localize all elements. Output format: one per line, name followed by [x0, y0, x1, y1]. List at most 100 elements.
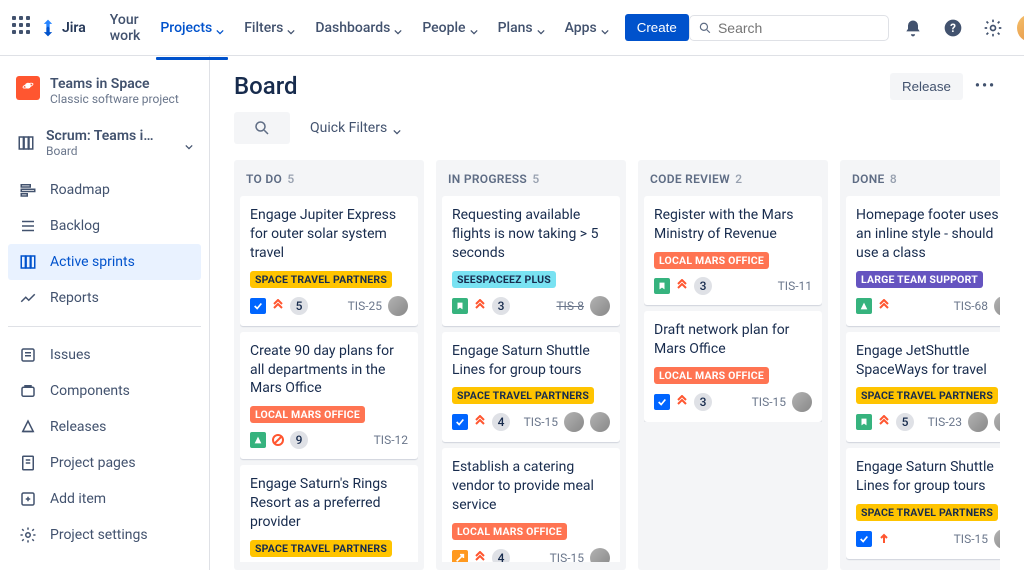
sidebar-item-project-settings[interactable]: Project settings [8, 517, 201, 553]
assignee-avatar[interactable] [590, 548, 610, 562]
issue-card[interactable]: Engage Saturn Shuttle Lines for group to… [442, 332, 620, 443]
roadmap-icon [18, 180, 38, 200]
issue-type-icon [856, 531, 872, 547]
sidebar-item-project-pages[interactable]: Project pages [8, 445, 201, 481]
issue-key: TIS-8 [556, 299, 584, 313]
card-title: Engage Saturn Shuttle Lines for group to… [452, 342, 610, 380]
nav-item-dashboards[interactable]: Dashboards [307, 12, 410, 44]
card-label: LOCAL MARS OFFICE [452, 523, 567, 540]
issue-type-icon [250, 298, 266, 314]
sidebar-item-label: Project settings [50, 527, 148, 543]
release-button[interactable]: Release [890, 73, 963, 100]
assignee-avatar[interactable] [968, 412, 988, 432]
help-icon[interactable]: ? [937, 12, 969, 44]
app-switcher-icon[interactable] [12, 16, 30, 40]
card-label: SPACE TRAVEL PARTNERS [856, 387, 998, 404]
issue-key: TIS-68 [954, 299, 988, 313]
card-label: LOCAL MARS OFFICE [250, 406, 365, 423]
quick-filters-dropdown[interactable]: Quick Filters [302, 116, 409, 140]
story-points: 3 [694, 277, 712, 295]
jira-logo[interactable]: Jira [38, 18, 86, 38]
sidebar-item-reports[interactable]: Reports [8, 280, 201, 316]
assignee-avatar[interactable] [590, 296, 610, 316]
user-avatar[interactable] [1017, 14, 1024, 42]
sidebar: Teams in Space Classic software project … [0, 56, 210, 570]
assignee-avatar[interactable] [994, 412, 1000, 432]
column-done: Done 8Homepage footer uses an inline sty… [840, 160, 1000, 570]
issue-type-icon [452, 298, 468, 314]
issue-card[interactable]: Engage Jupiter Express for outer solar s… [240, 196, 418, 326]
sidebar-divider [8, 326, 201, 327]
notifications-icon[interactable] [897, 12, 929, 44]
issue-card[interactable]: Create 90 day plans for all departments … [240, 332, 418, 460]
sidebar-item-active-sprints[interactable]: Active sprints [8, 244, 201, 280]
assignee-avatar[interactable] [590, 412, 610, 432]
sidebar-item-issues[interactable]: Issues [8, 337, 201, 373]
nav-item-people[interactable]: People [414, 12, 485, 44]
more-actions-icon[interactable]: ••• [971, 74, 1000, 98]
card-label: SPACE TRAVEL PARTNERS [250, 271, 392, 288]
board-selector[interactable]: Scrum: Teams in S... Board [8, 118, 201, 168]
search-input[interactable] [718, 20, 880, 36]
card-title: Engage Jupiter Express for outer solar s… [250, 206, 408, 263]
svg-text:?: ? [950, 21, 956, 35]
nav-item-label: Your work [110, 12, 141, 44]
board-columns: To Do 5 Engage Jupiter Express for outer … [234, 160, 1000, 570]
column-header: Code Review 2 [644, 168, 822, 196]
project-header[interactable]: Teams in Space Classic software project [8, 72, 201, 118]
assignee-avatar[interactable] [994, 296, 1000, 316]
board-sub: Board [46, 144, 175, 158]
board-name: Scrum: Teams in S... [46, 128, 156, 144]
priority-icon [473, 415, 487, 429]
nav-item-label: People [422, 20, 465, 36]
issue-type-icon [250, 432, 266, 448]
issue-card[interactable]: Engage Saturn Shuttle Lines for group to… [846, 448, 1000, 559]
search-box[interactable] [689, 15, 889, 41]
card-footer: 3TIS-11 [654, 277, 812, 295]
issue-key: TIS-15 [524, 415, 558, 429]
search-icon [698, 20, 712, 36]
sidebar-item-add-item[interactable]: Add item [8, 481, 201, 517]
sidebar-item-label: Active sprints [50, 254, 135, 270]
chevron-down-icon [185, 139, 193, 147]
column-header: Done 8 [846, 168, 1000, 196]
backlog-icon [18, 216, 38, 236]
priority-icon [877, 415, 891, 429]
issue-card[interactable]: Requesting available flights is now taki… [442, 196, 620, 326]
sidebar-item-roadmap[interactable]: Roadmap [8, 172, 201, 208]
issues-icon [18, 345, 38, 365]
issue-card[interactable]: Engage JetShuttle SpaceWays for travelSP… [846, 332, 1000, 443]
column-header: To Do 5 [240, 168, 418, 196]
nav-item-plans[interactable]: Plans [490, 12, 553, 44]
issue-key: TIS-23 [928, 415, 962, 429]
issue-key: TIS-12 [374, 433, 408, 447]
nav-item-filters[interactable]: Filters [236, 12, 303, 44]
board-search-button[interactable] [234, 112, 290, 144]
nav-item-apps[interactable]: Apps [557, 12, 617, 44]
sidebar-item-releases[interactable]: Releases [8, 409, 201, 445]
issue-card[interactable]: Draft network plan for Mars OfficeLOCAL … [644, 311, 822, 422]
sidebar-item-label: Add item [50, 491, 106, 507]
issue-card[interactable]: Homepage footer uses an inline style - s… [846, 196, 1000, 326]
assignee-avatar[interactable] [994, 529, 1000, 549]
assignee-avatar[interactable] [564, 412, 584, 432]
sidebar-item-components[interactable]: Components [8, 373, 201, 409]
project-type: Classic software project [50, 92, 179, 106]
issue-card[interactable]: Engage Saturn's Rings Resort as a prefer… [240, 465, 418, 562]
nav-item-projects[interactable]: Projects [152, 12, 232, 44]
story-points: 4 [492, 413, 510, 431]
column-count: 5 [532, 172, 539, 186]
priority-icon [675, 279, 689, 293]
sprints-icon [18, 252, 38, 272]
issue-card[interactable]: Register with the Mars Ministry of Reven… [644, 196, 822, 305]
sidebar-item-backlog[interactable]: Backlog [8, 208, 201, 244]
issue-card[interactable]: Establish a catering vendor to provide m… [442, 448, 620, 562]
sidebar-item-label: Project pages [50, 455, 136, 471]
assignee-avatar[interactable] [792, 392, 812, 412]
assignee-avatar[interactable] [388, 296, 408, 316]
settings-icon[interactable] [977, 12, 1009, 44]
issue-type-icon [654, 278, 670, 294]
create-button[interactable]: Create [625, 14, 689, 41]
nav-item-your-work[interactable]: Your work [102, 4, 149, 52]
product-name: Jira [62, 20, 86, 36]
